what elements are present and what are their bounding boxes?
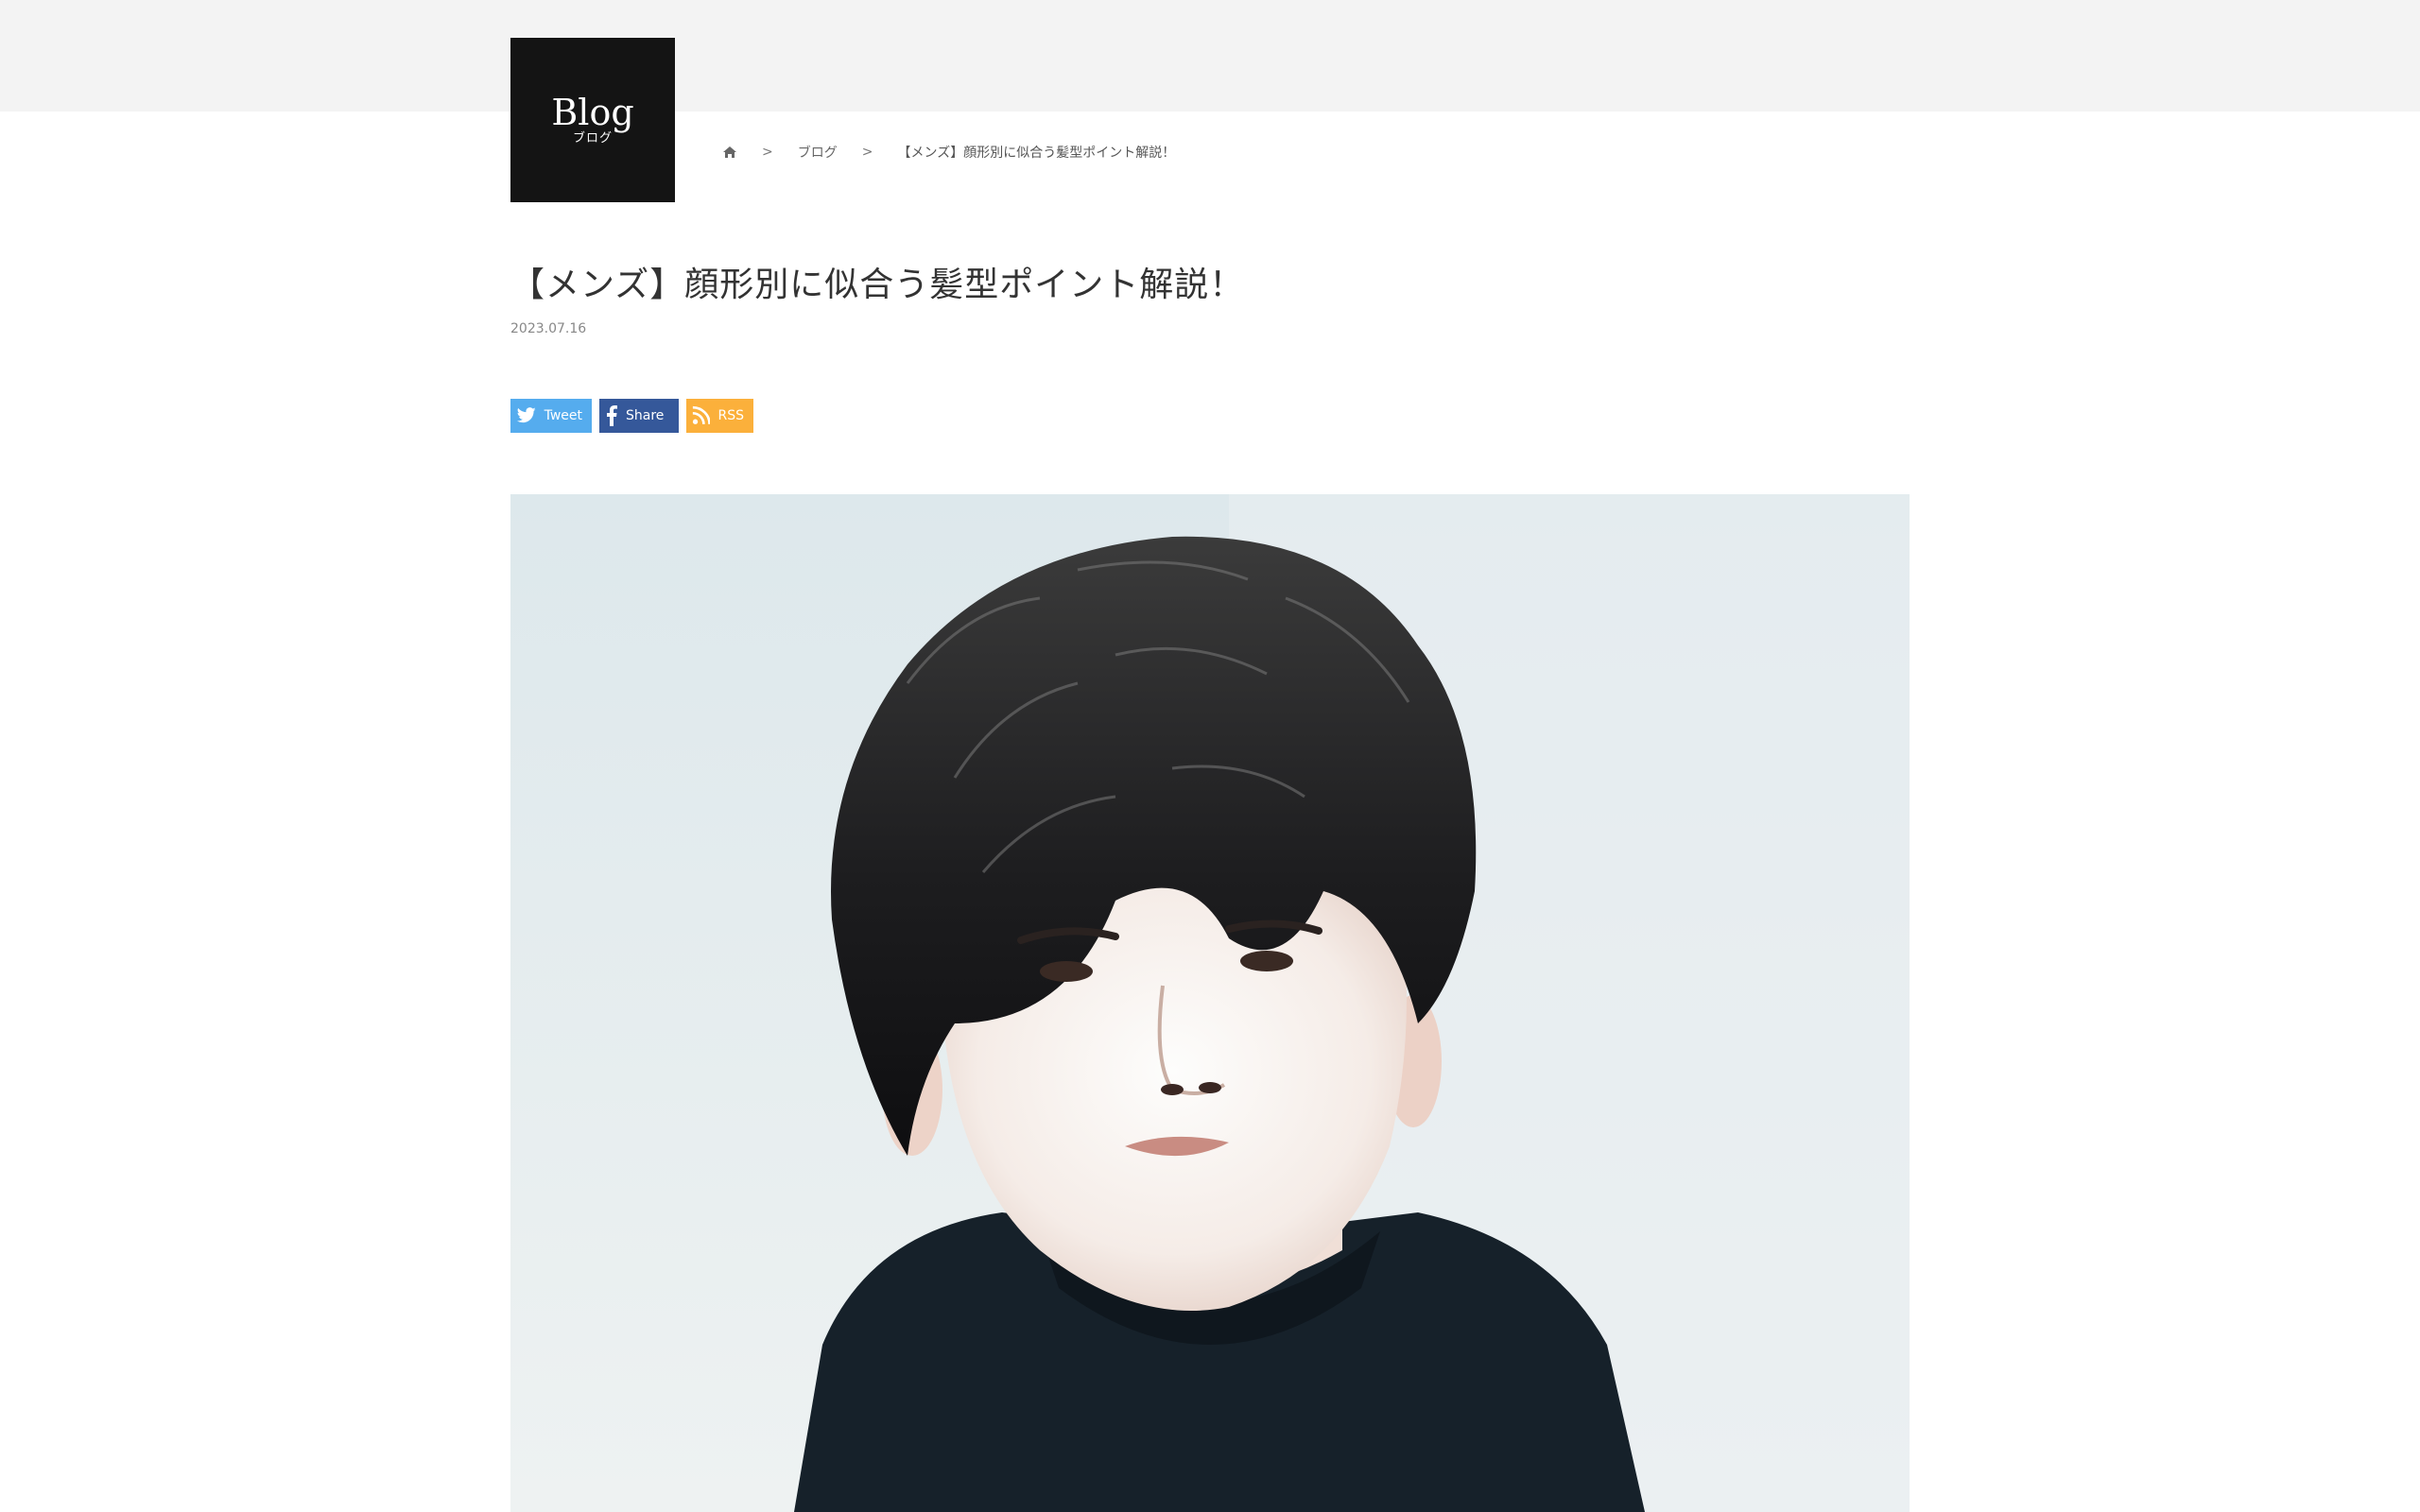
twitter-icon	[516, 407, 536, 423]
home-icon[interactable]	[722, 146, 737, 159]
logo-title: Blog	[551, 92, 634, 133]
logo-subtitle: ブログ	[572, 131, 613, 146]
facebook-icon	[607, 405, 617, 426]
breadcrumb-separator: >	[762, 145, 773, 160]
blog-logo[interactable]: Blog ブログ	[510, 38, 675, 202]
share-label: Share	[626, 408, 665, 423]
tweet-label: Tweet	[544, 408, 582, 423]
top-band	[0, 0, 2420, 112]
share-buttons: Tweet Share RSS	[510, 399, 753, 433]
post-date: 2023.07.16	[510, 321, 587, 336]
post-title: 【メンズ】顔形別に似合う髪型ポイント解説！	[510, 266, 1245, 304]
tweet-button[interactable]: Tweet	[510, 399, 592, 433]
rss-label: RSS	[717, 408, 744, 423]
breadcrumb-current: 【メンズ】顔形別に似合う髪型ポイント解説！	[897, 146, 1176, 161]
facebook-share-button[interactable]: Share	[599, 399, 679, 433]
portrait-photo	[794, 494, 1910, 1512]
hero-image	[510, 494, 1910, 1512]
rss-button[interactable]: RSS	[686, 399, 753, 433]
breadcrumb-separator: >	[861, 145, 873, 160]
breadcrumb: > ブログ > 【メンズ】顔形別に似合う髪型ポイント解説！	[722, 142, 1175, 163]
breadcrumb-blog-link[interactable]: ブログ	[798, 143, 838, 162]
rss-icon	[692, 405, 711, 424]
